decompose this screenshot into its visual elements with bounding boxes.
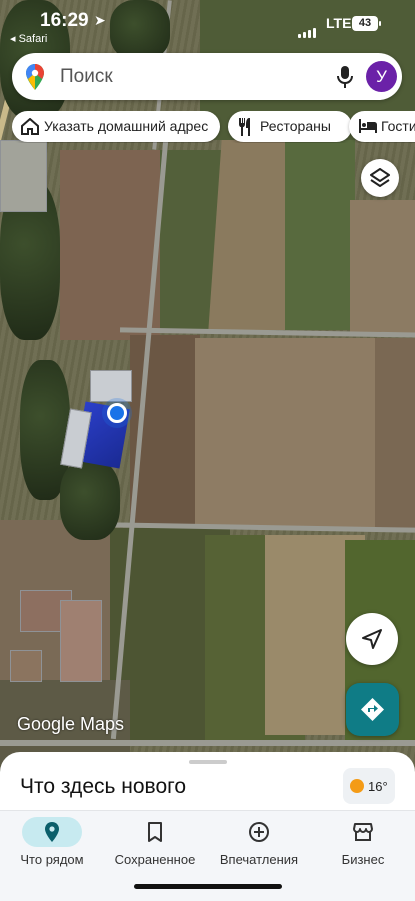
directions-button[interactable] xyxy=(346,683,399,736)
tab-icon-pill xyxy=(333,817,393,847)
storefront-icon xyxy=(353,823,373,841)
bottom-navigation: Что рядом Сохраненное Впечатления Бизнес xyxy=(0,810,415,901)
my-location-button[interactable] xyxy=(346,613,398,665)
chip-restaurants[interactable]: Рестораны xyxy=(228,111,352,142)
map-field xyxy=(195,338,385,528)
layers-icon xyxy=(370,168,390,187)
map-field xyxy=(285,130,355,330)
search-bar[interactable]: Поиск У xyxy=(12,53,402,100)
location-pin-icon xyxy=(45,822,59,842)
map-field xyxy=(350,200,415,335)
microphone-icon[interactable] xyxy=(335,65,355,94)
explore-sheet[interactable]: Что здесь нового 16° xyxy=(0,752,415,812)
location-arrow-icon: ➤ xyxy=(94,12,106,28)
chip-label: Гостиницы xyxy=(381,118,415,134)
battery-icon: 43 xyxy=(352,16,381,31)
map-field xyxy=(375,338,415,528)
sun-icon xyxy=(350,779,364,793)
network-type: LTE xyxy=(326,15,352,31)
signal-icon xyxy=(298,20,318,38)
tab-contribute[interactable]: Впечатления xyxy=(207,817,311,867)
hotel-icon xyxy=(359,119,377,133)
tab-label: Впечатления xyxy=(219,852,299,867)
map-road xyxy=(0,740,415,746)
bookmark-icon xyxy=(148,822,162,842)
map-building xyxy=(10,650,42,682)
category-chips: Указать домашний адрес Рестораны Гостини… xyxy=(12,111,415,143)
chip-hotels[interactable]: Гостиницы xyxy=(349,111,415,142)
chip-home-address[interactable]: Указать домашний адрес xyxy=(12,111,220,142)
temperature: 16° xyxy=(368,779,388,794)
home-icon xyxy=(21,118,39,135)
map-building xyxy=(60,600,102,682)
search-input[interactable]: Поиск xyxy=(60,66,113,88)
map-building xyxy=(0,140,47,212)
tab-business[interactable]: Бизнес xyxy=(311,817,415,867)
map-building xyxy=(90,370,132,402)
directions-icon xyxy=(361,698,384,721)
tab-label: Бизнес xyxy=(341,852,385,867)
chip-label: Указать домашний адрес xyxy=(44,118,209,134)
tab-label: Сохраненное xyxy=(114,852,196,867)
tab-explore[interactable]: Что рядом xyxy=(0,817,104,867)
tab-icon-pill xyxy=(22,817,82,847)
navigation-arrow-icon xyxy=(362,629,382,649)
back-to-app-link[interactable]: ◂ Safari xyxy=(10,32,47,45)
weather-badge[interactable]: 16° xyxy=(343,768,395,804)
sheet-title: Что здесь нового xyxy=(20,775,187,798)
home-indicator[interactable] xyxy=(134,884,282,889)
tab-saved[interactable]: Сохраненное xyxy=(103,817,207,867)
google-maps-logo: Google Maps xyxy=(17,714,125,734)
add-circle-icon xyxy=(249,822,269,842)
current-location-dot xyxy=(107,403,127,423)
tab-icon-pill xyxy=(229,817,289,847)
google-maps-pin-icon xyxy=(26,64,44,95)
status-bar: 16:29 ➤ ◂ Safari LTE 43 xyxy=(0,6,415,46)
chip-label: Рестораны xyxy=(260,118,331,134)
map-trees xyxy=(60,460,120,540)
sheet-drag-handle[interactable] xyxy=(189,760,227,764)
map-layers-button[interactable] xyxy=(361,159,399,197)
restaurant-icon xyxy=(239,118,250,136)
status-time: 16:29 xyxy=(40,10,89,31)
account-avatar[interactable]: У xyxy=(366,61,397,92)
map-field xyxy=(60,150,160,340)
tab-icon-pill xyxy=(125,817,185,847)
tab-label: Что рядом xyxy=(20,852,84,867)
